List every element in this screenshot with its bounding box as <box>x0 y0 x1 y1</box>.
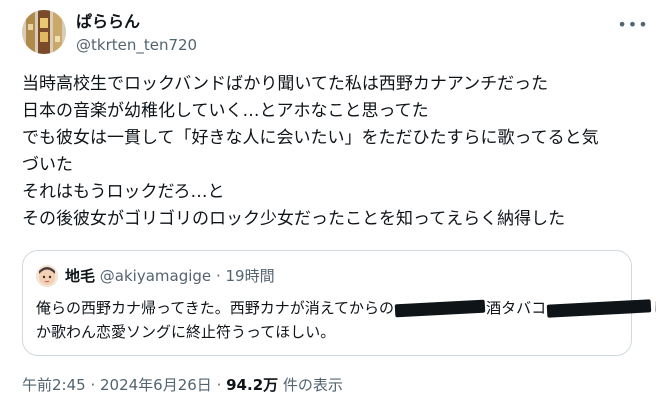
redaction-mark <box>394 299 486 318</box>
tweet-meta: 午前2:45 · 2024年6月26日 · 94.2万 件の表示 <box>22 375 343 395</box>
views-label: 件の表示 <box>278 376 343 394</box>
author-avatar[interactable] <box>22 10 66 54</box>
quoted-tweet-time: 19時間 <box>225 267 275 285</box>
author-handle[interactable]: @tkrten_ten720 <box>76 35 197 55</box>
more-horizontal-icon: ••• <box>617 15 649 34</box>
tweet-text-line: それはもうロックだろ…と <box>22 182 225 202</box>
quoted-author-avatar <box>36 265 58 287</box>
tweet-date[interactable]: 2024年6月26日 <box>100 376 212 394</box>
separator-dot: · <box>211 376 227 394</box>
separator-dot: · <box>85 376 100 394</box>
author-display-name[interactable]: ぱららん <box>76 12 140 32</box>
quoted-text-segment: 俺らの西野カナ帰ってきた。西野カナが消えてからの <box>36 299 395 317</box>
tweet-text-line: その後彼女がゴリゴリのロック少女だったことを知ってえらく納得した <box>22 209 566 229</box>
views-count: 94.2万 <box>226 376 279 394</box>
tweet-text-line: 日本の音楽が幼稚化していく…とアホなこと思ってた <box>22 101 429 121</box>
tweet-text-line: づいた <box>22 155 73 175</box>
tweet-text-line: 当時高校生でロックバンドばかり聞いてた私は西野カナアンチだった <box>22 74 549 94</box>
separator-dot: · <box>215 267 221 285</box>
tweet-text-line: でも彼女は一貫して「好きな人に会いたい」をただひたすらに歌ってると気 <box>22 128 599 148</box>
quoted-author-name: 地毛 <box>65 267 96 285</box>
quoted-text-segment: 酒タバコ <box>486 299 547 317</box>
quoted-text-segment: し <box>652 299 656 317</box>
tweet-time[interactable]: 午前2:45 <box>22 376 86 394</box>
quoted-text-line-2: か歌わん恋愛ソングに終止符うってほしい。 <box>36 323 336 341</box>
tweet-text: 当時高校生でロックバンドばかり聞いてた私は西野カナアンチだった 日本の音楽が幼稚… <box>22 71 642 233</box>
redaction-mark <box>546 299 652 318</box>
quoted-author-handle: @akiyamagige <box>99 267 212 285</box>
tweet: ぱららん @tkrten_ten720 ••• 当時高校生でロックバンドばかり聞… <box>0 0 656 409</box>
quoted-tweet-text: 俺らの西野カナ帰ってきた。西野カナが消えてからの 酒タバコ し か歌わん恋愛ソングに… <box>36 296 656 344</box>
more-options-button[interactable]: ••• <box>617 12 649 38</box>
quoted-tweet-card[interactable]: 地毛 @akiyamagige · 19時間 俺らの西野カナ帰ってきた。西野カナ… <box>22 250 656 356</box>
quoted-tweet-header: 地毛 @akiyamagige · 19時間 <box>65 266 275 286</box>
quoted-text-line-1: 俺らの西野カナ帰ってきた。西野カナが消えてからの 酒タバコ し <box>36 296 656 320</box>
